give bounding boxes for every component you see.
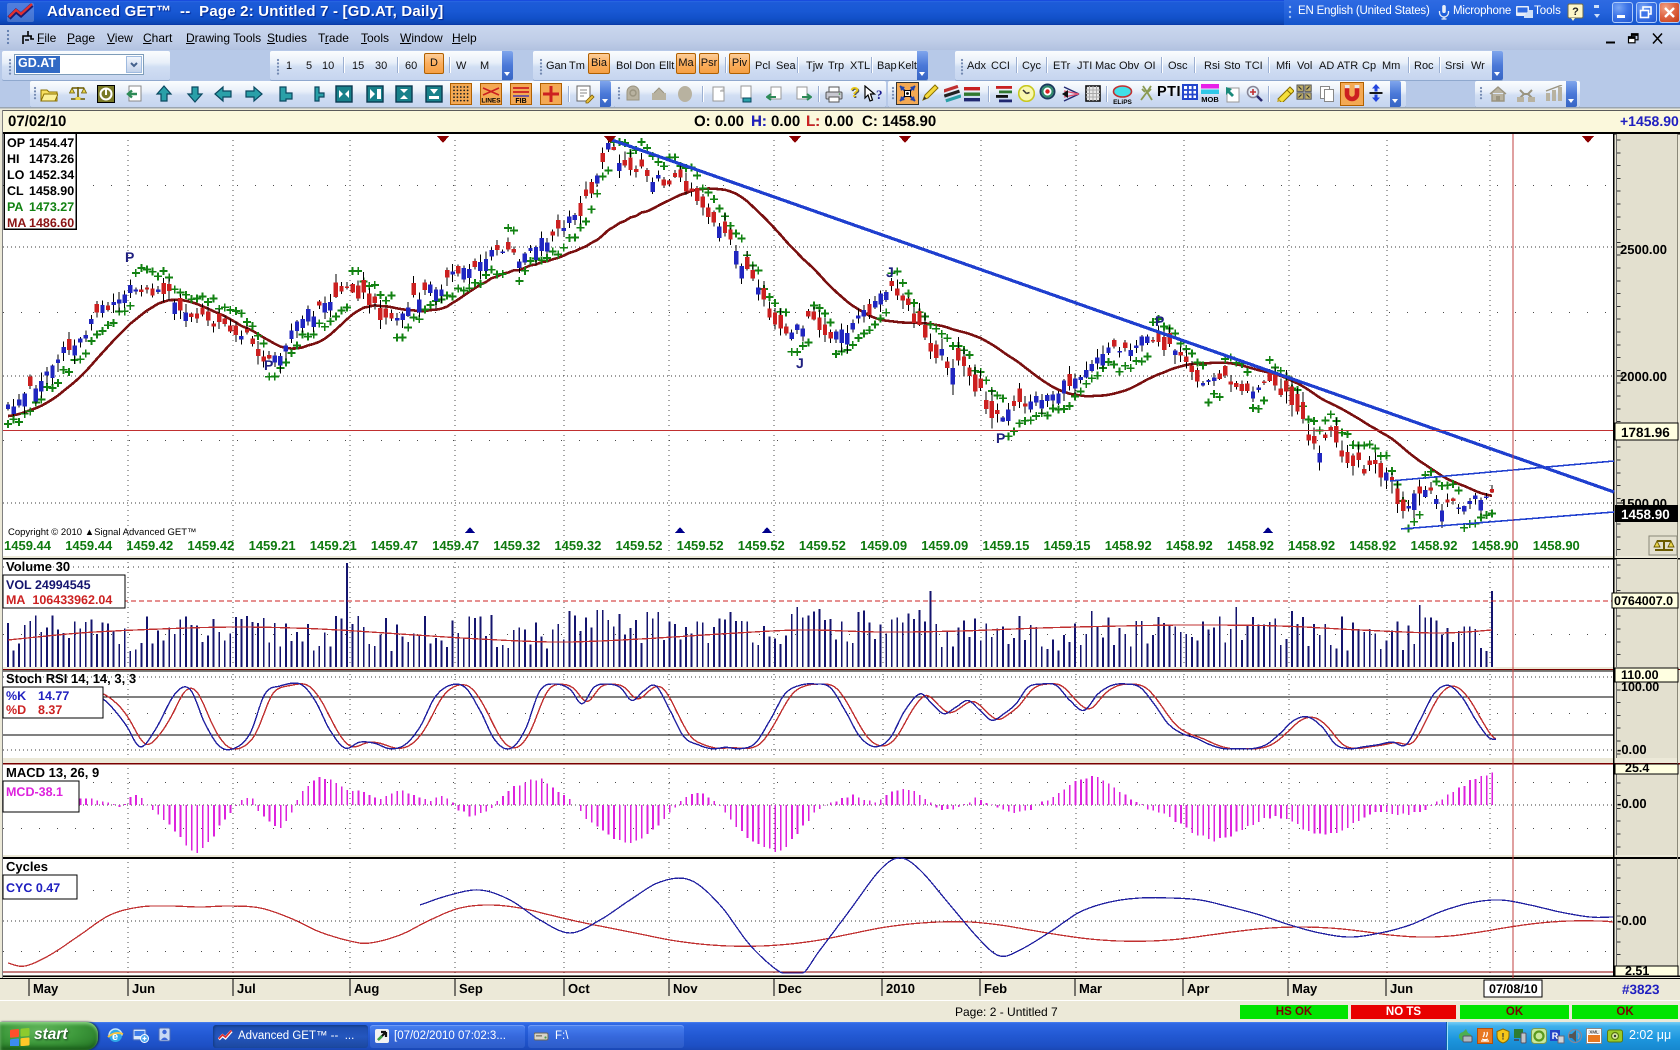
svg-text:1459.15: 1459.15 — [982, 538, 1029, 553]
svg-text:1459.47: 1459.47 — [432, 538, 479, 553]
svg-text:CYC 0.47: CYC 0.47 — [6, 881, 60, 895]
svg-text:1458.90: 1458.90 — [29, 184, 74, 198]
svg-text:-0.00: -0.00 — [1617, 796, 1647, 811]
svg-text:2500.00: 2500.00 — [1620, 242, 1667, 257]
svg-text:1459.21: 1459.21 — [310, 538, 357, 553]
svg-text:P: P — [125, 249, 134, 265]
svg-text:MOB: MOB — [1201, 95, 1219, 103]
svg-text:MACD 13, 26, 9: MACD 13, 26, 9 — [6, 765, 99, 780]
svg-text:?: ? — [1572, 6, 1579, 18]
svg-text:1486.60: 1486.60 — [29, 216, 74, 230]
svg-text:1458.92: 1458.92 — [1349, 538, 1396, 553]
svg-text:ELiPS: ELiPS — [1113, 99, 1132, 105]
svg-text:1458.90: 1458.90 — [1472, 538, 1519, 553]
svg-text:8.37: 8.37 — [38, 703, 62, 717]
svg-text:1459.47: 1459.47 — [371, 538, 418, 553]
svg-text:J: J — [886, 264, 894, 280]
svg-text:Oct: Oct — [568, 981, 590, 996]
svg-text:1459.15: 1459.15 — [1044, 538, 1091, 553]
svg-text:PA: PA — [7, 200, 23, 214]
svg-text:LINES: LINES — [481, 98, 501, 105]
svg-text:OP: OP — [7, 136, 25, 150]
svg-text:1458.92: 1458.92 — [1227, 538, 1274, 553]
svg-text:MA 106433962.04: MA 106433962.04 — [6, 593, 112, 607]
svg-text:P: P — [264, 357, 273, 373]
svg-text:VOL 24994545: VOL 24994545 — [6, 578, 91, 592]
svg-text:P: P — [1155, 313, 1164, 329]
svg-text:1781.96: 1781.96 — [1621, 425, 1670, 440]
svg-text:25.4: 25.4 — [1625, 761, 1649, 775]
svg-text:1458.90: 1458.90 — [1533, 538, 1580, 553]
svg-text:Cycles: Cycles — [6, 859, 48, 874]
svg-text:1459.44: 1459.44 — [4, 538, 52, 553]
svg-text:1473.26: 1473.26 — [29, 152, 74, 166]
svg-text:L:: L: — [806, 113, 820, 130]
svg-text:-0.00: -0.00 — [1617, 742, 1647, 757]
svg-text:1459.32: 1459.32 — [493, 538, 540, 553]
svg-text:1459.32: 1459.32 — [554, 538, 601, 553]
svg-text:2000.00: 2000.00 — [1620, 369, 1667, 384]
svg-text:P: P — [996, 430, 1005, 446]
svg-text:%K: %K — [6, 689, 26, 703]
svg-text:1459.52: 1459.52 — [677, 538, 724, 553]
svg-text:May: May — [33, 981, 59, 996]
svg-text:HI: HI — [7, 152, 20, 166]
svg-text:Feb: Feb — [984, 981, 1007, 996]
svg-text:J: J — [796, 355, 804, 371]
svg-text:2.51: 2.51 — [1625, 964, 1649, 978]
svg-text:Jul: Jul — [237, 981, 256, 996]
svg-text:2010: 2010 — [886, 981, 915, 996]
svg-text:Mar: Mar — [1079, 981, 1102, 996]
svg-text:1459.09: 1459.09 — [860, 538, 907, 553]
svg-text:Apr: Apr — [1187, 981, 1209, 996]
svg-text:1473.27: 1473.27 — [29, 200, 74, 214]
svg-text:Jun: Jun — [1390, 981, 1413, 996]
svg-text:100.00: 100.00 — [1621, 680, 1659, 694]
svg-text:Dec: Dec — [778, 981, 802, 996]
svg-text:14.77: 14.77 — [38, 689, 69, 703]
svg-text:1459.21: 1459.21 — [249, 538, 296, 553]
svg-text:Stoch RSI 14, 14, 3, 3: Stoch RSI 14, 14, 3, 3 — [6, 671, 136, 686]
svg-text:1454.47: 1454.47 — [29, 136, 74, 150]
svg-text:O: 0.00: O: 0.00 — [694, 113, 744, 130]
svg-text:H:: H: — [751, 113, 767, 130]
svg-text:#3823: #3823 — [1622, 982, 1660, 997]
svg-text:MCD-38.1: MCD-38.1 — [6, 785, 63, 799]
svg-text:Nov: Nov — [673, 981, 698, 996]
svg-text:1459.52: 1459.52 — [799, 538, 846, 553]
svg-text:e: e — [112, 1031, 118, 1043]
svg-text:CL: CL — [7, 184, 24, 198]
svg-text:1459.42: 1459.42 — [126, 538, 173, 553]
svg-text:?: ? — [876, 87, 883, 102]
svg-text:-0.00: -0.00 — [1617, 913, 1647, 928]
svg-text:Sep: Sep — [459, 981, 483, 996]
svg-text:!: ! — [1502, 1032, 1505, 1042]
svg-text:1459.52: 1459.52 — [616, 538, 663, 553]
svg-text:%D: %D — [6, 703, 26, 717]
svg-text:1459.44: 1459.44 — [65, 538, 113, 553]
svg-text:1459.52: 1459.52 — [738, 538, 785, 553]
svg-text:1452.34: 1452.34 — [29, 168, 74, 182]
svg-text:+1458.90: +1458.90 — [1620, 113, 1679, 129]
svg-text:LO: LO — [7, 168, 25, 182]
svg-text:1458.90: 1458.90 — [1621, 507, 1670, 522]
svg-text:MA: MA — [7, 216, 26, 230]
svg-text:Volume 30: Volume 30 — [6, 559, 70, 574]
svg-text:1458.92: 1458.92 — [1411, 538, 1458, 553]
svg-text:1458.92: 1458.92 — [1288, 538, 1335, 553]
svg-text:1458.92: 1458.92 — [1166, 538, 1213, 553]
svg-text:07/02/10: 07/02/10 — [8, 113, 66, 130]
svg-text:May: May — [1292, 981, 1318, 996]
svg-text:Jun: Jun — [132, 981, 155, 996]
svg-text:Copyright © 2010 ▲Signal Advan: Copyright © 2010 ▲Signal Advanced GET™ — [8, 527, 197, 538]
svg-text:Aug: Aug — [354, 981, 379, 996]
svg-text:1459.09: 1459.09 — [921, 538, 968, 553]
svg-text:C: 1458.90: C: 1458.90 — [862, 113, 936, 130]
svg-text:0764007.0: 0764007.0 — [1614, 594, 1673, 608]
svg-text:XML: XML — [1589, 1030, 1599, 1035]
svg-text:FIB: FIB — [515, 98, 526, 105]
svg-text:1458.92: 1458.92 — [1105, 538, 1152, 553]
svg-text:1459.42: 1459.42 — [187, 538, 234, 553]
svg-text:07/08/10: 07/08/10 — [1489, 982, 1538, 996]
